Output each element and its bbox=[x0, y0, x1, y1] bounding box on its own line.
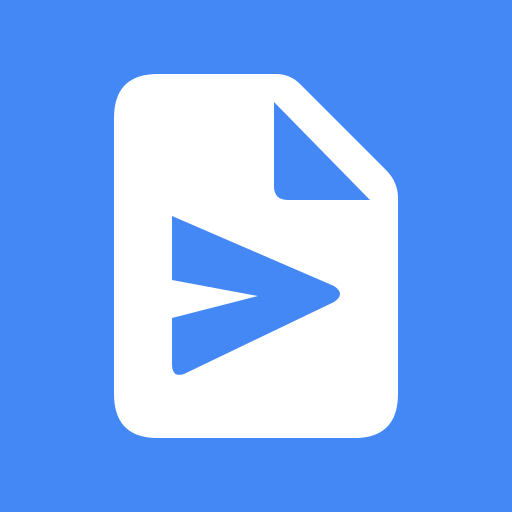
document-send-icon bbox=[0, 0, 512, 512]
app-icon bbox=[0, 0, 512, 512]
